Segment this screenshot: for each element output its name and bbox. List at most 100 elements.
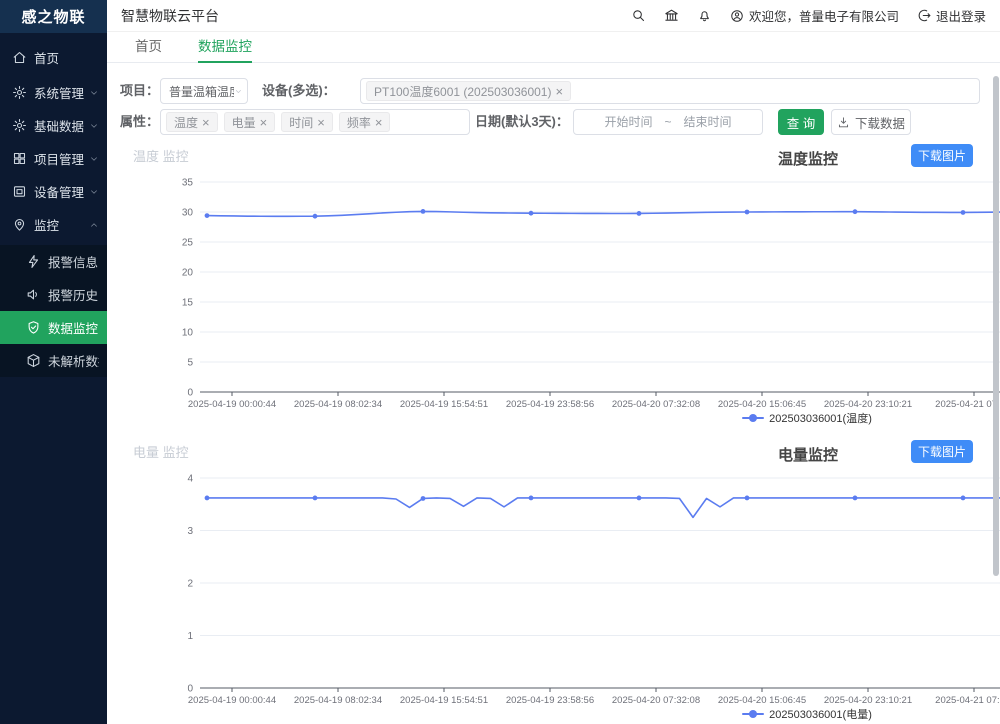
gear-icon — [12, 85, 27, 100]
svg-text:4: 4 — [187, 474, 193, 485]
sidebar-item-monitor[interactable]: 监控 — [0, 208, 107, 241]
sidebar-item-label: 系统管理 — [34, 83, 89, 102]
project-select[interactable]: 普量温箱温度... — [160, 78, 248, 104]
battery-chart-legend[interactable]: 202503036001(电量) — [667, 706, 947, 722]
attr-tag[interactable]: 电量× — [224, 112, 276, 132]
query-button[interactable]: 查 询 — [778, 109, 824, 135]
project-label: 项目： — [120, 78, 159, 104]
app-window: 感之物联 首页 系统管理 基础数据 项目管理 — [0, 0, 1000, 724]
download-data-label: 下载数据 — [855, 113, 905, 132]
bank-icon[interactable] — [664, 8, 679, 23]
close-icon[interactable]: × — [317, 116, 325, 129]
device-label: 设备(多选)： — [262, 78, 336, 104]
svg-text:2025-04-20 23:10:21: 2025-04-20 23:10:21 — [824, 695, 912, 706]
device-tag[interactable]: PT100温度6001 (202503036001) × — [366, 81, 571, 101]
date-range-picker[interactable]: ~ — [573, 109, 763, 135]
attr-tag[interactable]: 温度 × — [166, 112, 218, 132]
temperature-section-label: 温度 监控 — [133, 146, 189, 165]
sidebar-item-device[interactable]: 设备管理 — [0, 175, 107, 208]
date-start-input[interactable] — [596, 115, 660, 129]
sidebar-item-home[interactable]: 首页 — [0, 41, 107, 74]
svg-text:0: 0 — [187, 684, 193, 695]
bell-icon[interactable] — [697, 8, 712, 23]
svg-text:2025-04-19 08:02:34: 2025-04-19 08:02:34 — [294, 399, 382, 410]
temperature-chart-legend[interactable]: 202503036001(温度) — [667, 410, 947, 426]
battery-chart-title: 电量监控 — [778, 444, 838, 465]
date-end-input[interactable] — [676, 115, 740, 129]
chevron-down-icon — [89, 88, 99, 98]
download-icon — [837, 116, 850, 129]
app-logo: 感之物联 — [0, 0, 107, 33]
attr-tag[interactable]: 时间 × — [281, 112, 333, 132]
close-icon[interactable]: × — [555, 85, 563, 98]
sidebar-item-alarm-history[interactable]: 报警历史 — [0, 278, 107, 311]
search-icon[interactable] — [631, 8, 646, 23]
user-menu[interactable]: 欢迎您，普量电子有限公司 — [730, 6, 899, 25]
sidebar-item-alarm-info[interactable]: 报警信息 — [0, 245, 107, 278]
lightning-icon — [26, 254, 41, 269]
svg-text:35: 35 — [182, 178, 194, 189]
svg-text:2025-04-21 07:02:: 2025-04-21 07:02: — [935, 695, 1000, 706]
tab-home[interactable]: 首页 — [135, 32, 162, 63]
close-icon[interactable]: × — [202, 116, 210, 129]
chevron-down-icon — [89, 154, 99, 164]
svg-text:2025-04-19 23:58:56: 2025-04-19 23:58:56 — [506, 695, 594, 706]
download-image-button[interactable]: 下载图片 — [911, 440, 973, 463]
close-icon[interactable]: × — [375, 116, 383, 129]
shield-check-icon — [26, 320, 41, 335]
svg-text:15: 15 — [182, 298, 194, 309]
svg-text:2025-04-19 08:02:34: 2025-04-19 08:02:34 — [294, 695, 382, 706]
temperature-chart-title: 温度监控 — [778, 148, 838, 169]
legend-line-icon — [742, 710, 764, 718]
svg-text:0: 0 — [187, 388, 193, 399]
sidebar-item-label: 设备管理 — [34, 182, 89, 201]
logout-label: 退出登录 — [936, 6, 986, 25]
attr-multiselect-input[interactable]: 温度 × 电量× 时间 × 频率 × — [160, 109, 470, 135]
sidebar: 感之物联 首页 系统管理 基础数据 项目管理 — [0, 0, 107, 724]
home-icon — [12, 50, 27, 65]
svg-text:2025-04-20 23:10:21: 2025-04-20 23:10:21 — [824, 399, 912, 410]
attr-tag-label: 温度 — [174, 114, 198, 131]
vertical-scrollbar[interactable] — [993, 76, 999, 576]
svg-text:2025-04-20 07:32:08: 2025-04-20 07:32:08 — [612, 695, 700, 706]
chevron-down-icon — [89, 121, 99, 131]
svg-text:1: 1 — [187, 631, 193, 642]
top-header: 智慧物联云平台 欢迎您，普量电子有限公司 退出登录 — [107, 0, 1000, 32]
logout-button[interactable]: 退出登录 — [917, 6, 986, 25]
device-multiselect-input[interactable]: PT100温度6001 (202503036001) × — [360, 78, 980, 104]
attr-tag-label: 时间 — [289, 114, 313, 131]
download-data-button[interactable]: 下载数据 — [831, 109, 911, 135]
sidebar-item-label: 项目管理 — [34, 149, 89, 168]
legend-label: 202503036001(温度) — [769, 410, 872, 426]
welcome-text: 欢迎您，普量电子有限公司 — [749, 6, 899, 25]
svg-text:2025-04-19 00:00:44: 2025-04-19 00:00:44 — [188, 399, 276, 410]
sidebar-item-label: 未解析数据 — [48, 351, 99, 370]
page-title: 智慧物联云平台 — [121, 6, 219, 26]
sidebar-item-system[interactable]: 系统管理 — [0, 76, 107, 109]
download-image-button[interactable]: 下载图片 — [911, 144, 973, 167]
tab-data-monitor[interactable]: 数据监控 — [198, 32, 252, 63]
sidebar-item-data-monitor[interactable]: 数据监控 — [0, 311, 107, 344]
sidebar-item-label: 报警历史 — [48, 285, 99, 304]
svg-text:2025-04-19 15:54:51: 2025-04-19 15:54:51 — [400, 695, 488, 706]
sidebar-item-project[interactable]: 项目管理 — [0, 142, 107, 175]
user-icon — [730, 9, 744, 23]
cube-icon — [26, 353, 41, 368]
close-icon[interactable]: × — [260, 116, 268, 129]
map-pin-icon — [12, 217, 27, 232]
svg-text:20: 20 — [182, 268, 194, 279]
date-range-separator: ~ — [664, 115, 671, 129]
svg-text:2025-04-19 00:00:44: 2025-04-19 00:00:44 — [188, 695, 276, 706]
legend-label: 202503036001(电量) — [769, 706, 872, 722]
sidebar-item-label: 报警信息 — [48, 252, 99, 271]
svg-text:2025-04-19 23:58:56: 2025-04-19 23:58:56 — [506, 399, 594, 410]
sidebar-item-label: 基础数据 — [34, 116, 89, 135]
attr-tag[interactable]: 频率 × — [339, 112, 391, 132]
sidebar-item-label: 监控 — [34, 215, 89, 234]
speaker-icon — [26, 287, 41, 302]
svg-text:3: 3 — [187, 526, 193, 537]
sidebar-item-unparsed-data[interactable]: 未解析数据 — [0, 344, 107, 377]
attr-tag-label: 频率 — [347, 114, 371, 131]
svg-text:5: 5 — [187, 358, 193, 369]
sidebar-item-basic-data[interactable]: 基础数据 — [0, 109, 107, 142]
